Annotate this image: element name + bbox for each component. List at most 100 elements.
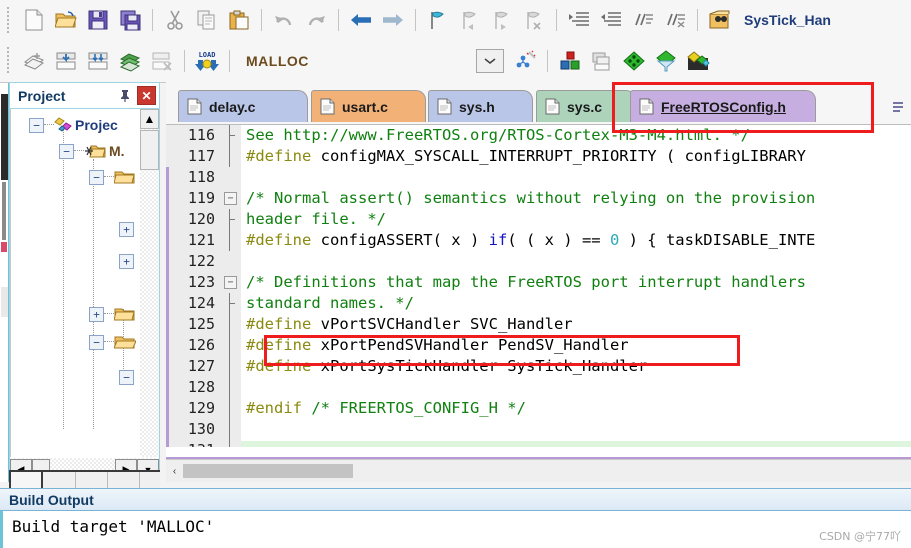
close-icon[interactable]: ✕ — [137, 86, 156, 105]
tree-item-group[interactable]: − — [89, 167, 136, 187]
code-token: #define — [246, 336, 312, 354]
code-token: #define — [246, 147, 312, 165]
tree-item-group[interactable]: + — [89, 304, 136, 324]
chevron-down-icon[interactable] — [476, 49, 504, 73]
comment-lines-button[interactable] — [628, 5, 658, 35]
code-line[interactable]: 121 #define configASSERT( x ) if( ( x ) =… — [166, 230, 911, 251]
build-target-button[interactable] — [51, 46, 81, 76]
code-line[interactable]: 128 — [166, 377, 911, 398]
fold-collapse-icon[interactable]: − — [224, 276, 237, 289]
cut-button[interactable] — [160, 5, 190, 35]
target-select[interactable]: MALLOC — [246, 49, 504, 73]
open-file-button[interactable] — [51, 5, 81, 35]
bookmark-toggle-button[interactable] — [423, 5, 453, 35]
batch-build-button[interactable] — [115, 46, 145, 76]
tree-item-target[interactable]: − M. — [59, 141, 125, 161]
tree-expander[interactable]: − — [89, 334, 104, 350]
pack-installer-button[interactable] — [619, 46, 649, 76]
tree-expander[interactable]: + — [119, 253, 134, 269]
build-output-body[interactable]: Build target 'MALLOC' CSDN @宁77吖 — [0, 511, 911, 548]
scroll-up-icon[interactable]: ▲ — [140, 109, 159, 129]
tree-item-group[interactable]: + — [119, 219, 134, 239]
save-all-button[interactable] — [115, 5, 145, 35]
new-file-button[interactable] — [19, 5, 49, 35]
code-token: vPortSVCHandler SVC_Handler — [311, 315, 573, 333]
scroll-left-icon[interactable]: ‹ — [166, 461, 183, 481]
code-line[interactable]: 130 — [166, 419, 911, 440]
code-line[interactable]: 129 #endif /* FREERTOS_CONFIG_H */ — [166, 398, 911, 419]
code-line[interactable]: 127 #define xPortSysTickHandler SysTick_H… — [166, 356, 911, 377]
scroll-thumb[interactable] — [140, 130, 159, 170]
line-number: 120 — [187, 210, 215, 228]
rebuild-all-button[interactable] — [83, 46, 113, 76]
code-line[interactable]: 119−/* Normal assert() semantics without… — [166, 188, 911, 209]
build-output-panel: Build Output Build target 'MALLOC' CSDN … — [0, 488, 911, 548]
code-line[interactable]: 120 header file. */ — [166, 209, 911, 230]
code-editor[interactable]: 116 See http://www.FreeRTOS.org/RTOS-Cort… — [166, 124, 911, 447]
undo-button[interactable] — [269, 5, 299, 35]
download-button[interactable]: LOAD — [192, 46, 222, 76]
indent-right-button[interactable] — [564, 5, 594, 35]
project-vertical-scrollbar[interactable]: ▲ — [140, 109, 159, 457]
project-tree[interactable]: − Projec − M. − + + + − − ▲ — [10, 109, 159, 457]
tree-item-file[interactable]: − — [119, 367, 134, 387]
file-icon — [320, 98, 335, 115]
navigate-back-button[interactable] — [346, 5, 376, 35]
tree-expander[interactable]: + — [89, 306, 104, 322]
translate-file-button[interactable] — [19, 46, 49, 76]
code-text: #define vPortSVCHandler SVC_Handler — [246, 314, 573, 335]
navigate-forward-button[interactable] — [378, 5, 408, 35]
tree-item-group[interactable]: + — [119, 251, 134, 271]
tab-list-scroll-icon[interactable] — [891, 100, 905, 117]
save-button[interactable] — [83, 5, 113, 35]
tree-item-label: Projec — [75, 117, 118, 133]
code-line[interactable]: 125 #define vPortSVCHandler SVC_Handler — [166, 314, 911, 335]
find-in-files-button[interactable] — [705, 5, 735, 35]
build-toolbar-grip[interactable] — [6, 46, 10, 74]
indent-left-button[interactable] — [596, 5, 626, 35]
target-options-button[interactable] — [510, 46, 540, 76]
editor-tab-delay-c[interactable]: delay.c — [178, 90, 308, 122]
code-line[interactable]: 126 #define xPortPendSVHandler PendSV_Han… — [166, 335, 911, 356]
paste-button[interactable] — [224, 5, 254, 35]
bookmark-next-button[interactable] — [487, 5, 517, 35]
code-line[interactable]: 123−/* Definitions that map the FreeRTOS… — [166, 272, 911, 293]
tree-expander[interactable]: − — [59, 143, 74, 159]
editor-tab-sys-h[interactable]: sys.h — [428, 90, 533, 122]
line-number: 124 — [187, 294, 215, 312]
toolbar-grip[interactable] — [6, 6, 10, 34]
manage-multi-project-button[interactable] — [587, 46, 617, 76]
redo-button[interactable] — [301, 5, 331, 35]
editor-tab-freertosconfig-h[interactable]: FreeRTOSConfig.h — [630, 90, 816, 122]
tree-expander[interactable]: − — [119, 369, 134, 385]
stop-build-button[interactable] — [147, 46, 177, 76]
editor-hscroll-thumb[interactable] — [183, 464, 353, 478]
code-line[interactable]: 124 standard names. */ — [166, 293, 911, 314]
editor-horizontal-scrollbar[interactable]: ‹ — [166, 459, 911, 482]
fold-collapse-icon[interactable]: − — [224, 192, 237, 205]
code-line[interactable]: 122 — [166, 251, 911, 272]
code-line[interactable]: 117 #define configMAX_SYSCALL_INTERRUPT_P… — [166, 146, 911, 167]
bookmark-clear-button[interactable] — [519, 5, 549, 35]
uncomment-lines-button[interactable] — [660, 5, 690, 35]
code-token: See http://www.FreeRTOS.org/RTOS-Cortex-… — [246, 126, 750, 144]
tree-expander[interactable]: − — [29, 117, 44, 133]
bookmark-prev-button[interactable] — [455, 5, 485, 35]
pin-icon[interactable] — [117, 88, 133, 104]
tree-expander[interactable]: + — [119, 221, 134, 237]
editor-tab-usart-c[interactable]: usart.c — [311, 90, 426, 122]
code-line[interactable]: 131 — [166, 440, 911, 447]
toolbar-separator — [415, 9, 416, 31]
run-time-environment-button[interactable] — [651, 46, 681, 76]
editor-tab-sys-c[interactable]: sys.c — [536, 90, 636, 122]
build-output-title: Build Output — [9, 491, 94, 508]
code-text: #define configMAX_SYSCALL_INTERRUPT_PRIO… — [246, 146, 806, 167]
manage-rte-button[interactable] — [683, 46, 713, 76]
manage-project-items-button[interactable] — [555, 46, 585, 76]
tree-expander[interactable]: − — [89, 169, 104, 185]
code-line[interactable]: 118 — [166, 167, 911, 188]
tree-item-group[interactable]: − — [89, 332, 136, 352]
tree-item-project[interactable]: − Projec — [29, 115, 118, 135]
copy-button[interactable] — [192, 5, 222, 35]
code-line[interactable]: 116 See http://www.FreeRTOS.org/RTOS-Cort… — [166, 125, 911, 146]
